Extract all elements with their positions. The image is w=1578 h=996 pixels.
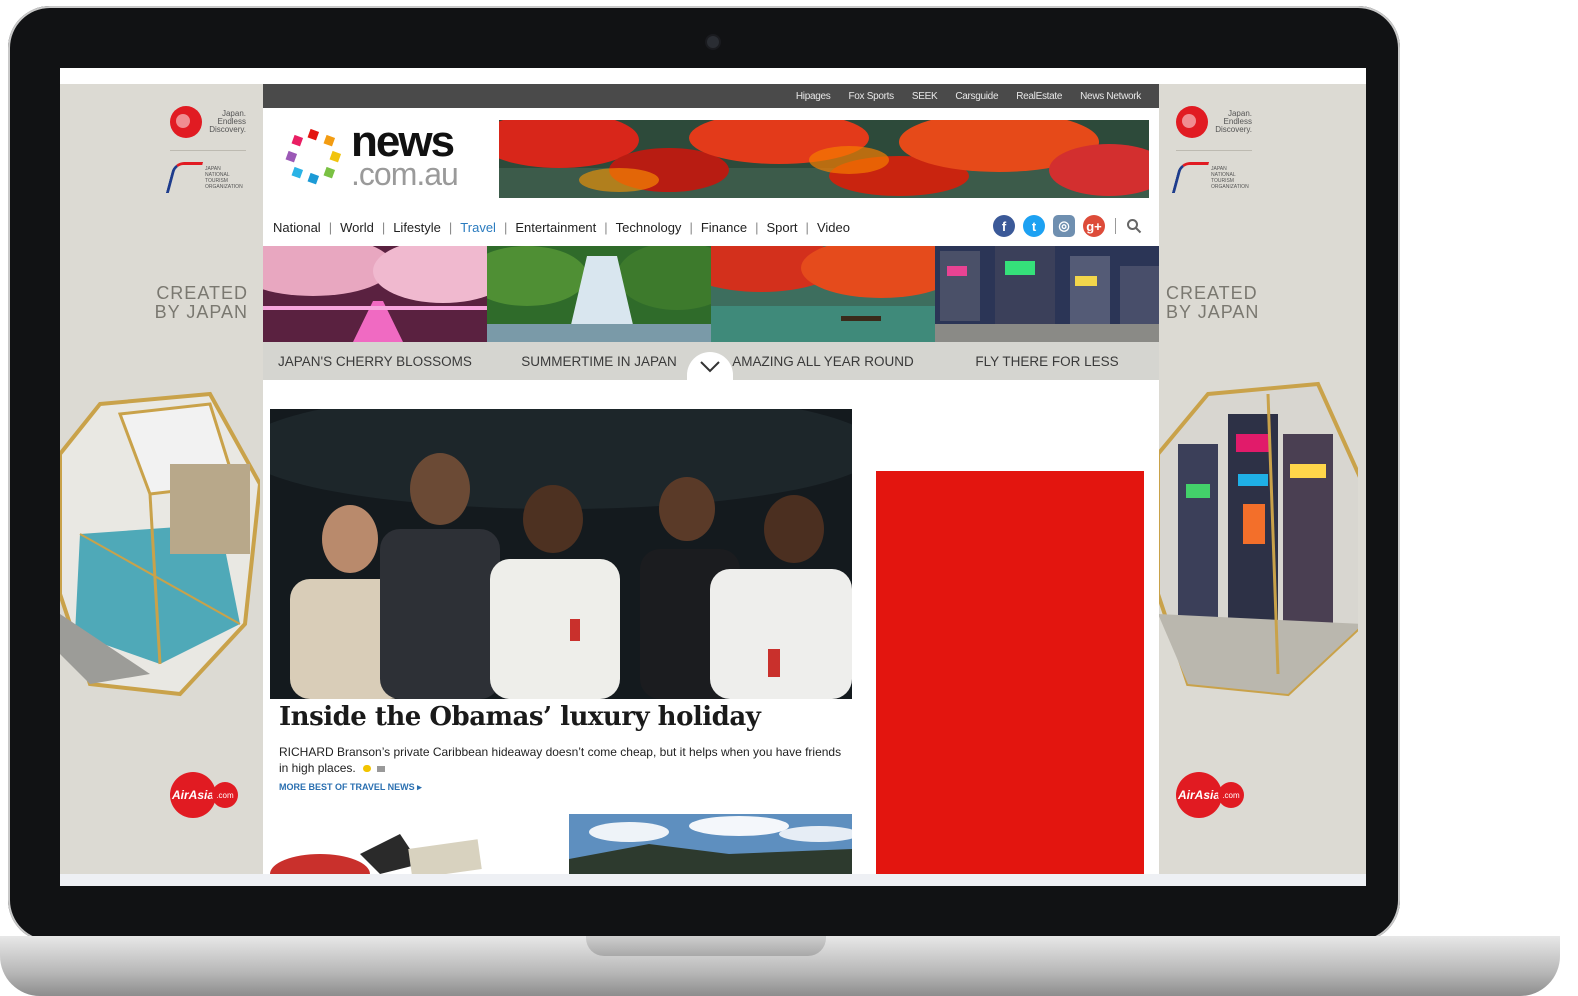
utility-link[interactable]: Hipages [796, 91, 831, 102]
tokyo-crossing-image [935, 246, 1159, 342]
news-site: Hipages Fox Sports SEEK Carsguide RealEstate… [263, 84, 1159, 874]
nav-separator: | [604, 219, 608, 235]
news-com-au-logo[interactable]: news .com.au [279, 116, 479, 192]
japan-flower-icon [170, 106, 202, 138]
webcam [707, 36, 719, 48]
google-plus-icon[interactable]: g+ [1083, 215, 1105, 237]
nav-item-travel[interactable]: Travel [460, 220, 496, 235]
jnto-logo: JAPAN NATIONAL TOURISM ORGANIZATION [1171, 162, 1249, 193]
nav-separator: | [328, 219, 333, 235]
nav-separator: | [689, 219, 693, 235]
created-by-japan-text: CREATED BY JAPAN [154, 283, 248, 322]
network-utility-bar: Hipages Fox Sports SEEK Carsguide RealEstate… [263, 84, 1159, 108]
nav-separator: | [503, 219, 508, 235]
utility-link[interactable]: Carsguide [955, 91, 998, 102]
onsen-gem-illustration [60, 391, 260, 697]
tile-summertime[interactable]: SUMMERTIME IN JAPAN [487, 246, 711, 380]
created-by-japan-text: CREATED BY JAPAN [1166, 283, 1260, 322]
chevron-down-icon [700, 361, 720, 373]
ad-skin-right[interactable]: Japan. Endless Discovery. JAPAN NATIONAL… [1158, 84, 1360, 874]
nav-separator: | [755, 219, 759, 235]
instagram-icon[interactable]: ◎ [1053, 215, 1075, 237]
utility-link[interactable]: News Network [1080, 91, 1141, 102]
tile-cherry-blossoms[interactable]: JAPAN'S CHERRY BLOSSOMS [263, 246, 487, 380]
japan-flower-icon [1176, 106, 1208, 138]
tile-fly-there[interactable]: FLY THERE FOR LESS [935, 246, 1159, 380]
jnto-mark-icon [165, 162, 204, 193]
nav-item-technology[interactable]: Technology [616, 220, 682, 235]
laptop-frame: Japan. Endless Discovery. JAPAN NATIONAL… [8, 6, 1400, 942]
logo-dots-icon [285, 128, 342, 185]
cherry-blossom-image [263, 246, 487, 342]
ad-skin-left[interactable]: Japan. Endless Discovery. JAPAN NATIONAL… [60, 84, 262, 874]
social-links: f t ◎ g+ [993, 215, 1142, 237]
jnto-mark-icon [1171, 162, 1210, 193]
japan-endless-discovery-logo: Japan. Endless Discovery. [1176, 106, 1252, 138]
autumn-river-image [711, 246, 935, 342]
main-navigation: National | World | Lifestyle | Travel | Entertai… [273, 218, 850, 236]
tokyo-city-gem-illustration [1158, 381, 1358, 697]
nav-separator: | [448, 219, 453, 235]
nav-item-sport[interactable]: Sport [766, 220, 797, 235]
japan-endless-discovery-logo: Japan. Endless Discovery. [170, 106, 246, 138]
airasia-logo[interactable]: AirAsia .com [1176, 772, 1244, 818]
screen: Japan. Endless Discovery. JAPAN NATIONAL… [60, 68, 1366, 886]
nav-item-video[interactable]: Video [817, 220, 850, 235]
utility-link[interactable]: SEEK [912, 91, 938, 102]
comment-icon[interactable] [363, 765, 372, 772]
waterfall-image [487, 246, 711, 342]
article-thumbnail-passport[interactable] [270, 824, 560, 874]
hero-headline[interactable]: Inside the Obamas’ luxury holiday [279, 702, 761, 732]
article-thumbnail-island[interactable] [569, 814, 852, 874]
facebook-icon[interactable]: f [993, 215, 1015, 237]
nav-item-national[interactable]: National [273, 220, 321, 235]
hero-standfirst: RICHARD Branson’s private Caribbean hide… [279, 745, 842, 775]
tile-all-year-round[interactable]: AMAZING ALL YEAR ROUND [711, 246, 935, 380]
nav-item-world[interactable]: World [340, 220, 374, 235]
nav-item-lifestyle[interactable]: Lifestyle [393, 220, 441, 235]
twitter-icon[interactable]: t [1023, 215, 1045, 237]
nav-item-entertainment[interactable]: Entertainment [515, 220, 596, 235]
nav-item-finance[interactable]: Finance [701, 220, 747, 235]
nav-separator: | [381, 219, 386, 235]
utility-link[interactable]: RealEstate [1016, 91, 1062, 102]
nav-separator: | [805, 219, 809, 235]
search-icon[interactable] [1126, 218, 1142, 234]
autumn-leaves-banner-ad[interactable] [499, 120, 1149, 198]
airasia-logo[interactable]: AirAsia .com [170, 772, 238, 818]
hero-article-image[interactable] [270, 409, 852, 699]
laptop-notch [586, 936, 826, 956]
video-icon[interactable] [377, 766, 386, 772]
red-ad-block[interactable] [876, 471, 1144, 874]
more-travel-news-link[interactable]: MORE BEST OF TRAVEL NEWS ▸ [279, 782, 422, 793]
utility-link[interactable]: Fox Sports [848, 91, 894, 102]
jnto-logo: JAPAN NATIONAL TOURISM ORGANIZATION [165, 162, 243, 193]
